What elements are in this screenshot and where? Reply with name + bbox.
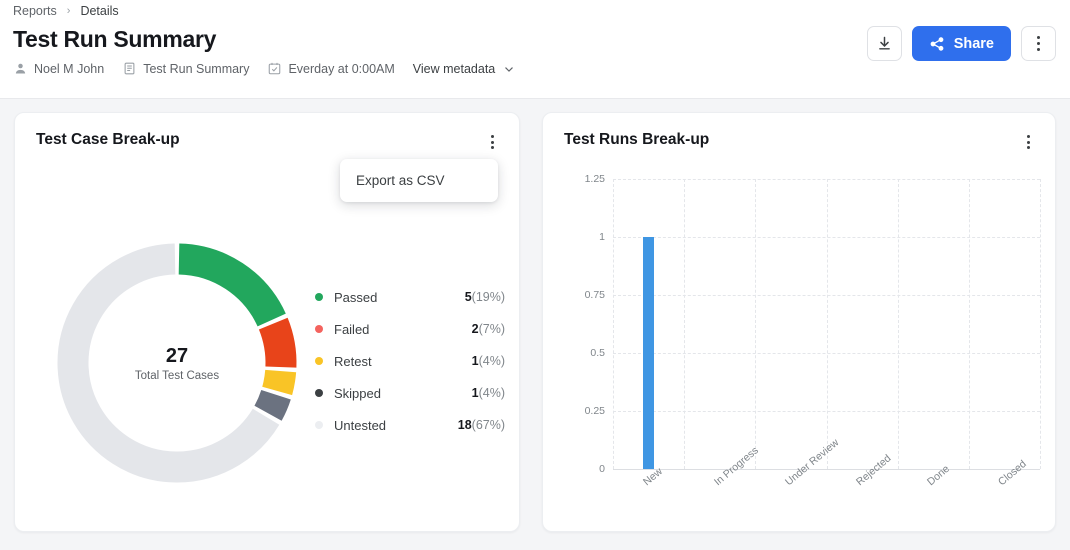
breadcrumb-separator-icon: › (67, 5, 71, 17)
legend-row-retest[interactable]: Retest1(4%) (315, 345, 505, 377)
gridline-vertical (755, 179, 756, 469)
y-axis-tick: 0 (571, 463, 605, 475)
test-case-breakup-menu-button[interactable] (479, 129, 505, 155)
bar-chart: 00.250.50.7511.25NewIn ProgressUnder Rev… (543, 165, 1057, 531)
metadata-report-name: Test Run Summary (122, 61, 249, 76)
gridline-vertical (1040, 179, 1041, 469)
x-axis-tick: Under Review (783, 437, 841, 489)
legend-row-skipped[interactable]: Skipped1(4%) (315, 377, 505, 409)
test-runs-breakup-title: Test Runs Break-up (564, 131, 709, 149)
metadata-schedule-label: Everday at 0:00AM (288, 62, 394, 76)
legend-dot-icon (315, 357, 323, 365)
test-case-breakup-title: Test Case Break-up (36, 131, 180, 149)
y-axis-tick: 0.75 (571, 289, 605, 301)
gridline-vertical (684, 179, 685, 469)
chevron-down-icon (502, 62, 516, 76)
view-metadata-label: View metadata (413, 62, 495, 76)
page-title: Test Run Summary (13, 26, 216, 53)
kebab-icon (1027, 133, 1030, 150)
legend-dot-icon (315, 421, 323, 429)
legend-row-failed[interactable]: Failed2(7%) (315, 313, 505, 345)
legend-value: 1(4%) (472, 354, 505, 368)
legend-percent: (4%) (479, 386, 505, 400)
header-actions: Share (867, 26, 1056, 61)
view-metadata-toggle[interactable]: View metadata (413, 62, 516, 76)
legend-row-untested[interactable]: Untested18(67%) (315, 409, 505, 441)
legend-label: Skipped (334, 386, 472, 401)
legend-label: Untested (334, 418, 458, 433)
legend-value: 18(67%) (458, 418, 505, 432)
legend-label: Failed (334, 322, 472, 337)
metadata-schedule: Everday at 0:00AM (267, 61, 394, 76)
share-icon (929, 36, 945, 52)
person-icon (13, 61, 28, 76)
legend-dot-icon (315, 293, 323, 301)
kebab-icon (491, 133, 494, 150)
document-icon (122, 61, 137, 76)
metadata-report-name-label: Test Run Summary (143, 62, 249, 76)
legend-label: Passed (334, 290, 465, 305)
y-axis-tick: 1 (571, 231, 605, 243)
donut-total-label: Total Test Cases (135, 370, 219, 382)
x-axis-tick: In Progress (712, 444, 761, 488)
y-axis-tick: 0.5 (571, 347, 605, 359)
kebab-icon (1037, 35, 1040, 52)
y-axis-tick: 1.25 (571, 173, 605, 185)
download-button[interactable] (867, 26, 902, 61)
x-axis-tick: Done (925, 463, 952, 488)
donut-legend: Passed5(19%)Failed2(7%)Retest1(4%)Skippe… (315, 281, 505, 441)
test-runs-breakup-card: Test Runs Break-up 00.250.50.7511.25NewI… (542, 112, 1056, 532)
legend-label: Retest (334, 354, 472, 369)
metadata-row: Noel M John Test Run Summary Everday at … (13, 61, 516, 76)
x-axis-tick: Rejected (854, 452, 893, 488)
more-options-button[interactable] (1021, 26, 1056, 61)
x-axis-line (613, 469, 1040, 470)
gridline-vertical (969, 179, 970, 469)
page-header: Reports › Details Test Run Summary Noel … (0, 0, 1070, 99)
gridline-vertical (898, 179, 899, 469)
legend-row-passed[interactable]: Passed5(19%) (315, 281, 505, 313)
legend-value: 2(7%) (472, 322, 505, 336)
donut-total-value: 27 (166, 345, 188, 367)
breadcrumb: Reports › Details (13, 4, 119, 18)
export-menu: Export as CSV (340, 159, 498, 202)
metadata-owner-label: Noel M John (34, 62, 104, 76)
export-as-csv-item[interactable]: Export as CSV (340, 165, 498, 196)
metadata-owner: Noel M John (13, 61, 104, 76)
legend-percent: (4%) (479, 354, 505, 368)
test-runs-breakup-menu-button[interactable] (1015, 129, 1041, 155)
download-icon (876, 35, 893, 52)
test-case-breakup-card: Test Case Break-up Export as CSV 27 Tota… (14, 112, 520, 532)
legend-percent: (19%) (472, 290, 505, 304)
gridline-vertical (827, 179, 828, 469)
donut-chart: 27 Total Test Cases (37, 223, 317, 503)
share-button-label: Share (954, 36, 994, 52)
donut-center-text: 27 Total Test Cases (37, 223, 317, 503)
breadcrumb-reports[interactable]: Reports (13, 4, 57, 18)
legend-percent: (67%) (472, 418, 505, 432)
legend-percent: (7%) (479, 322, 505, 336)
legend-dot-icon (315, 325, 323, 333)
x-axis-tick: Closed (996, 458, 1029, 488)
y-axis-line (613, 179, 614, 469)
breadcrumb-details[interactable]: Details (80, 4, 118, 18)
share-button[interactable]: Share (912, 26, 1011, 61)
legend-value: 5(19%) (465, 290, 505, 304)
y-axis-tick: 0.25 (571, 405, 605, 417)
calendar-check-icon (267, 61, 282, 76)
bar-new[interactable] (643, 237, 654, 469)
legend-dot-icon (315, 389, 323, 397)
legend-value: 1(4%) (472, 386, 505, 400)
